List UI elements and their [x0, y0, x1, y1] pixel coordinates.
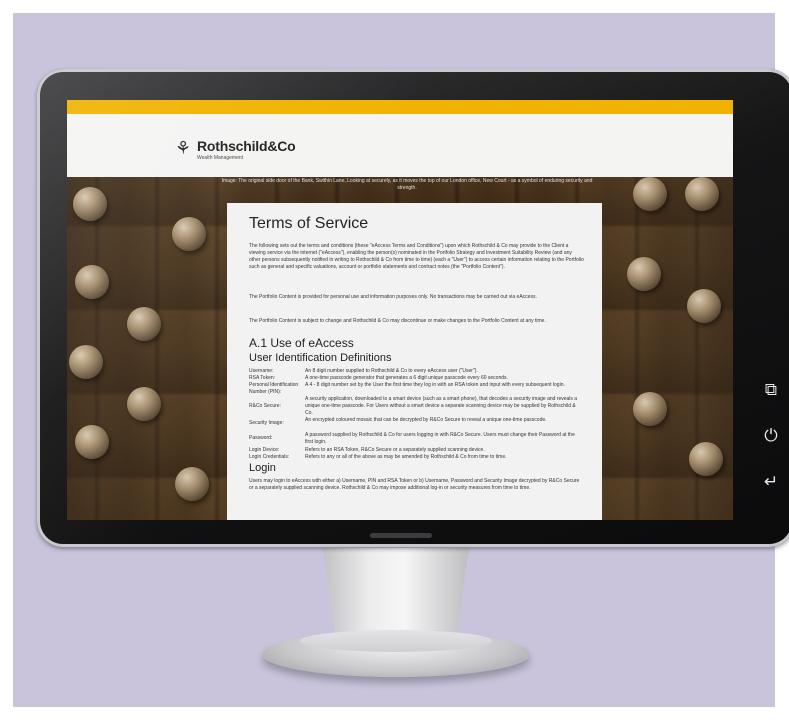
definition-term: Login Credentials: [249, 454, 290, 460]
door-stud [633, 177, 667, 211]
door-stud [127, 387, 161, 421]
definition-term: Login Device: [249, 447, 280, 453]
power-icon[interactable]: ⏻ [758, 426, 784, 446]
door-stud [627, 257, 661, 291]
page-title: Terms of Service [249, 215, 369, 232]
monitor-stand-neck [322, 548, 470, 643]
login-heading: Login [249, 462, 276, 474]
definition-term: Password: [249, 435, 273, 441]
definition-desc: An encrypted coloured mosaic that can be… [305, 417, 547, 423]
definition-term: Security Image: [249, 420, 284, 426]
hero-caption: Image: The original side door of the Ban… [221, 178, 593, 191]
door-stud [689, 442, 723, 476]
brand-name: Rothschild&Co [197, 138, 296, 154]
monitor-stand-base-top [300, 630, 492, 652]
door-stud [175, 467, 209, 501]
windows-icon[interactable]: ⧉ [758, 380, 784, 400]
definition-term: Username: [249, 368, 274, 374]
door-stud [633, 392, 667, 426]
definition-desc: A 4 - 8 digit number set by the User the… [305, 382, 565, 388]
definition-desc: A security application, downloaded to a … [305, 396, 578, 416]
terms-panel: Terms of Service The following sets out … [227, 203, 602, 520]
intro-paragraph: The Portfolio Content is provided for pe… [249, 294, 537, 300]
site-header: ⚘ Rothschild&Co Wealth Management [67, 114, 733, 177]
monitor-logo-slot [370, 533, 432, 538]
definition-desc: Refers to an RSA Token, R&Co Secure or a… [305, 447, 485, 453]
brand-subtitle: Wealth Management [197, 155, 244, 161]
door-stud [172, 217, 206, 251]
back-icon[interactable]: ↵ [758, 472, 784, 492]
subsection-heading: User Identification Definitions [249, 352, 392, 364]
definition-term: Personal Identification Number (PIN): [249, 382, 299, 395]
definition-term: RSA Token: [249, 375, 276, 381]
screen: ⚘ Rothschild&Co Wealth Management Image:… [67, 100, 733, 520]
login-paragraph: Users may login to eAccess with either a… [249, 478, 580, 491]
definition-desc: A one-time passcode generator that gener… [305, 375, 508, 381]
section-heading: A.1 Use of eAccess [249, 336, 354, 350]
intro-paragraph: The Portfolio Content is subject to chan… [249, 318, 546, 324]
definition-desc: Refers to any or all of the above as may… [305, 454, 507, 460]
brand-accent-bar [67, 100, 733, 114]
definition-desc: An 8 digit number supplied to Rothschild… [305, 368, 478, 374]
door-stud [69, 345, 103, 379]
door-stud [687, 289, 721, 323]
definition-desc: A password supplied by Rothschild & Co f… [305, 432, 575, 445]
arrows-emblem-icon: ⚘ [175, 138, 192, 158]
door-stud [127, 307, 161, 341]
door-stud [73, 187, 107, 221]
intro-paragraph: The following sets out the terms and con… [249, 243, 584, 270]
definition-term: R&Co Secure: [249, 403, 281, 409]
door-stud [685, 177, 719, 211]
door-stud [75, 265, 109, 299]
door-stud [75, 425, 109, 459]
